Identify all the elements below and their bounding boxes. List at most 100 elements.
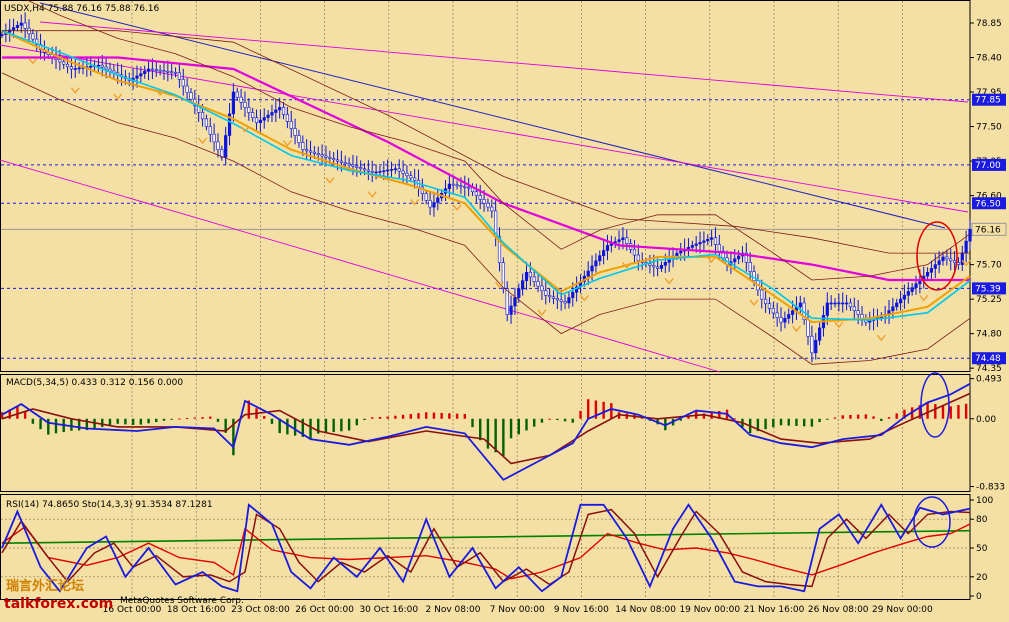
candle-body (594, 260, 598, 267)
candle-body (706, 239, 710, 242)
candle-body (0, 34, 4, 36)
macd-histogram-bar-negative (139, 418, 143, 425)
candle-body (467, 186, 471, 189)
candle-body (108, 68, 112, 72)
channel-line-middle (0, 44, 969, 213)
candle-body (239, 96, 243, 103)
candle-body (173, 72, 178, 74)
candle-body (262, 117, 266, 121)
candle-body (675, 252, 679, 257)
candle-body (247, 107, 251, 113)
candle-body (841, 302, 845, 305)
macd-histogram-bar-positive (856, 414, 860, 419)
macd-histogram-bar-negative (162, 418, 166, 421)
candle-body (956, 262, 961, 265)
candle-body (447, 183, 451, 189)
candle-body (586, 270, 590, 277)
candle-body (355, 165, 359, 168)
macd-histogram-bar-negative (525, 418, 528, 431)
candle-body (775, 312, 779, 318)
candle-body (605, 245, 610, 251)
candle-body (528, 271, 532, 278)
macd-histogram-bar-negative (286, 418, 289, 435)
candle-body (359, 167, 363, 170)
macd-histogram-bar-negative (332, 418, 335, 433)
macd-histogram-bar-negative (802, 418, 806, 427)
oscillator-tick-label: 0 (976, 592, 982, 602)
candle-body (817, 327, 822, 341)
macd-tick-label: 0.00 (976, 415, 996, 425)
macd-histogram-bar-positive (586, 399, 590, 419)
macd-histogram-bar-positive (887, 417, 891, 419)
macd-histogram-bar-positive (957, 405, 960, 419)
candle-body (146, 68, 151, 72)
watermark-chinese: 瑞言外汇论坛 (6, 579, 85, 594)
candle-body (104, 66, 108, 70)
macd-histogram-bar-positive (964, 403, 968, 419)
candle-body (154, 69, 158, 71)
candle-body (158, 69, 162, 72)
candle-body (544, 290, 548, 296)
candle-body (598, 255, 602, 262)
candle-body (548, 294, 552, 298)
candle-body (968, 229, 972, 242)
candle-body (378, 170, 382, 173)
candle-body (301, 142, 305, 150)
macd-histogram-bar-negative (563, 418, 567, 422)
macd-histogram-bar-negative (340, 418, 343, 432)
candle-body (798, 302, 802, 308)
rsi-trend-line (1, 529, 971, 544)
macd-histogram-bar-positive (201, 417, 204, 419)
candle-body (852, 306, 856, 311)
candle-body (486, 202, 490, 208)
candle-body (389, 169, 394, 171)
candle-body (602, 250, 606, 256)
candle-body (393, 168, 397, 171)
macd-histogram-bar-positive (401, 414, 405, 419)
macd-histogram-bar-positive (371, 417, 374, 419)
candle-body (316, 153, 320, 155)
macd-histogram-bar-negative (818, 418, 821, 423)
macd-histogram-bar-positive (409, 413, 412, 419)
candle-body (521, 280, 525, 290)
candle-body (790, 310, 795, 315)
candle-body (829, 302, 833, 305)
candle-body (224, 135, 228, 158)
macd-main-line (1, 383, 971, 481)
fractal-arrow (537, 309, 547, 316)
candle-body (320, 154, 324, 157)
oscillator-tick-label: 100 (976, 496, 993, 506)
candle-body (571, 291, 575, 298)
price-panel-header: USDX,H4 75.88 76.16 75.88 76.16 (4, 4, 160, 14)
candle-body (933, 264, 937, 269)
candle-body (760, 289, 764, 300)
level-label: 74.48 (975, 354, 1001, 364)
candle-body (243, 101, 247, 108)
candle-body (31, 33, 35, 40)
oscillator-tick-label: 80 (976, 515, 988, 525)
candle-body (181, 79, 185, 87)
macd-histogram-bar-negative (479, 418, 482, 441)
x-tick-label: 2 Nov 08:00 (426, 605, 481, 615)
candle-body (347, 163, 351, 166)
macd-histogram-bar-negative (509, 418, 513, 439)
candle-body (952, 260, 957, 264)
candle-body (513, 297, 517, 307)
macd-histogram-bar-positive (178, 418, 181, 420)
candle-body (328, 156, 332, 159)
channel-line-lower (0, 159, 721, 373)
candle-body (281, 107, 286, 115)
candle-body (143, 71, 147, 74)
fractal-arrow (367, 191, 377, 198)
macd-histogram-bar-negative (787, 418, 790, 426)
candle-body (532, 276, 536, 282)
chart-canvas[interactable]: 16 Oct 00:00 18 Oct 16:00 23 Oct 08:00 26 O… (0, 0, 1009, 618)
candle-body (150, 68, 155, 71)
candle-body (567, 297, 571, 304)
candle-body (524, 271, 529, 282)
candle-body (509, 305, 513, 315)
price-tick-label: 78.85 (976, 19, 1002, 29)
candle-body (848, 302, 853, 308)
candle-body (621, 237, 625, 240)
macd-histogram-bar-positive (849, 414, 852, 419)
